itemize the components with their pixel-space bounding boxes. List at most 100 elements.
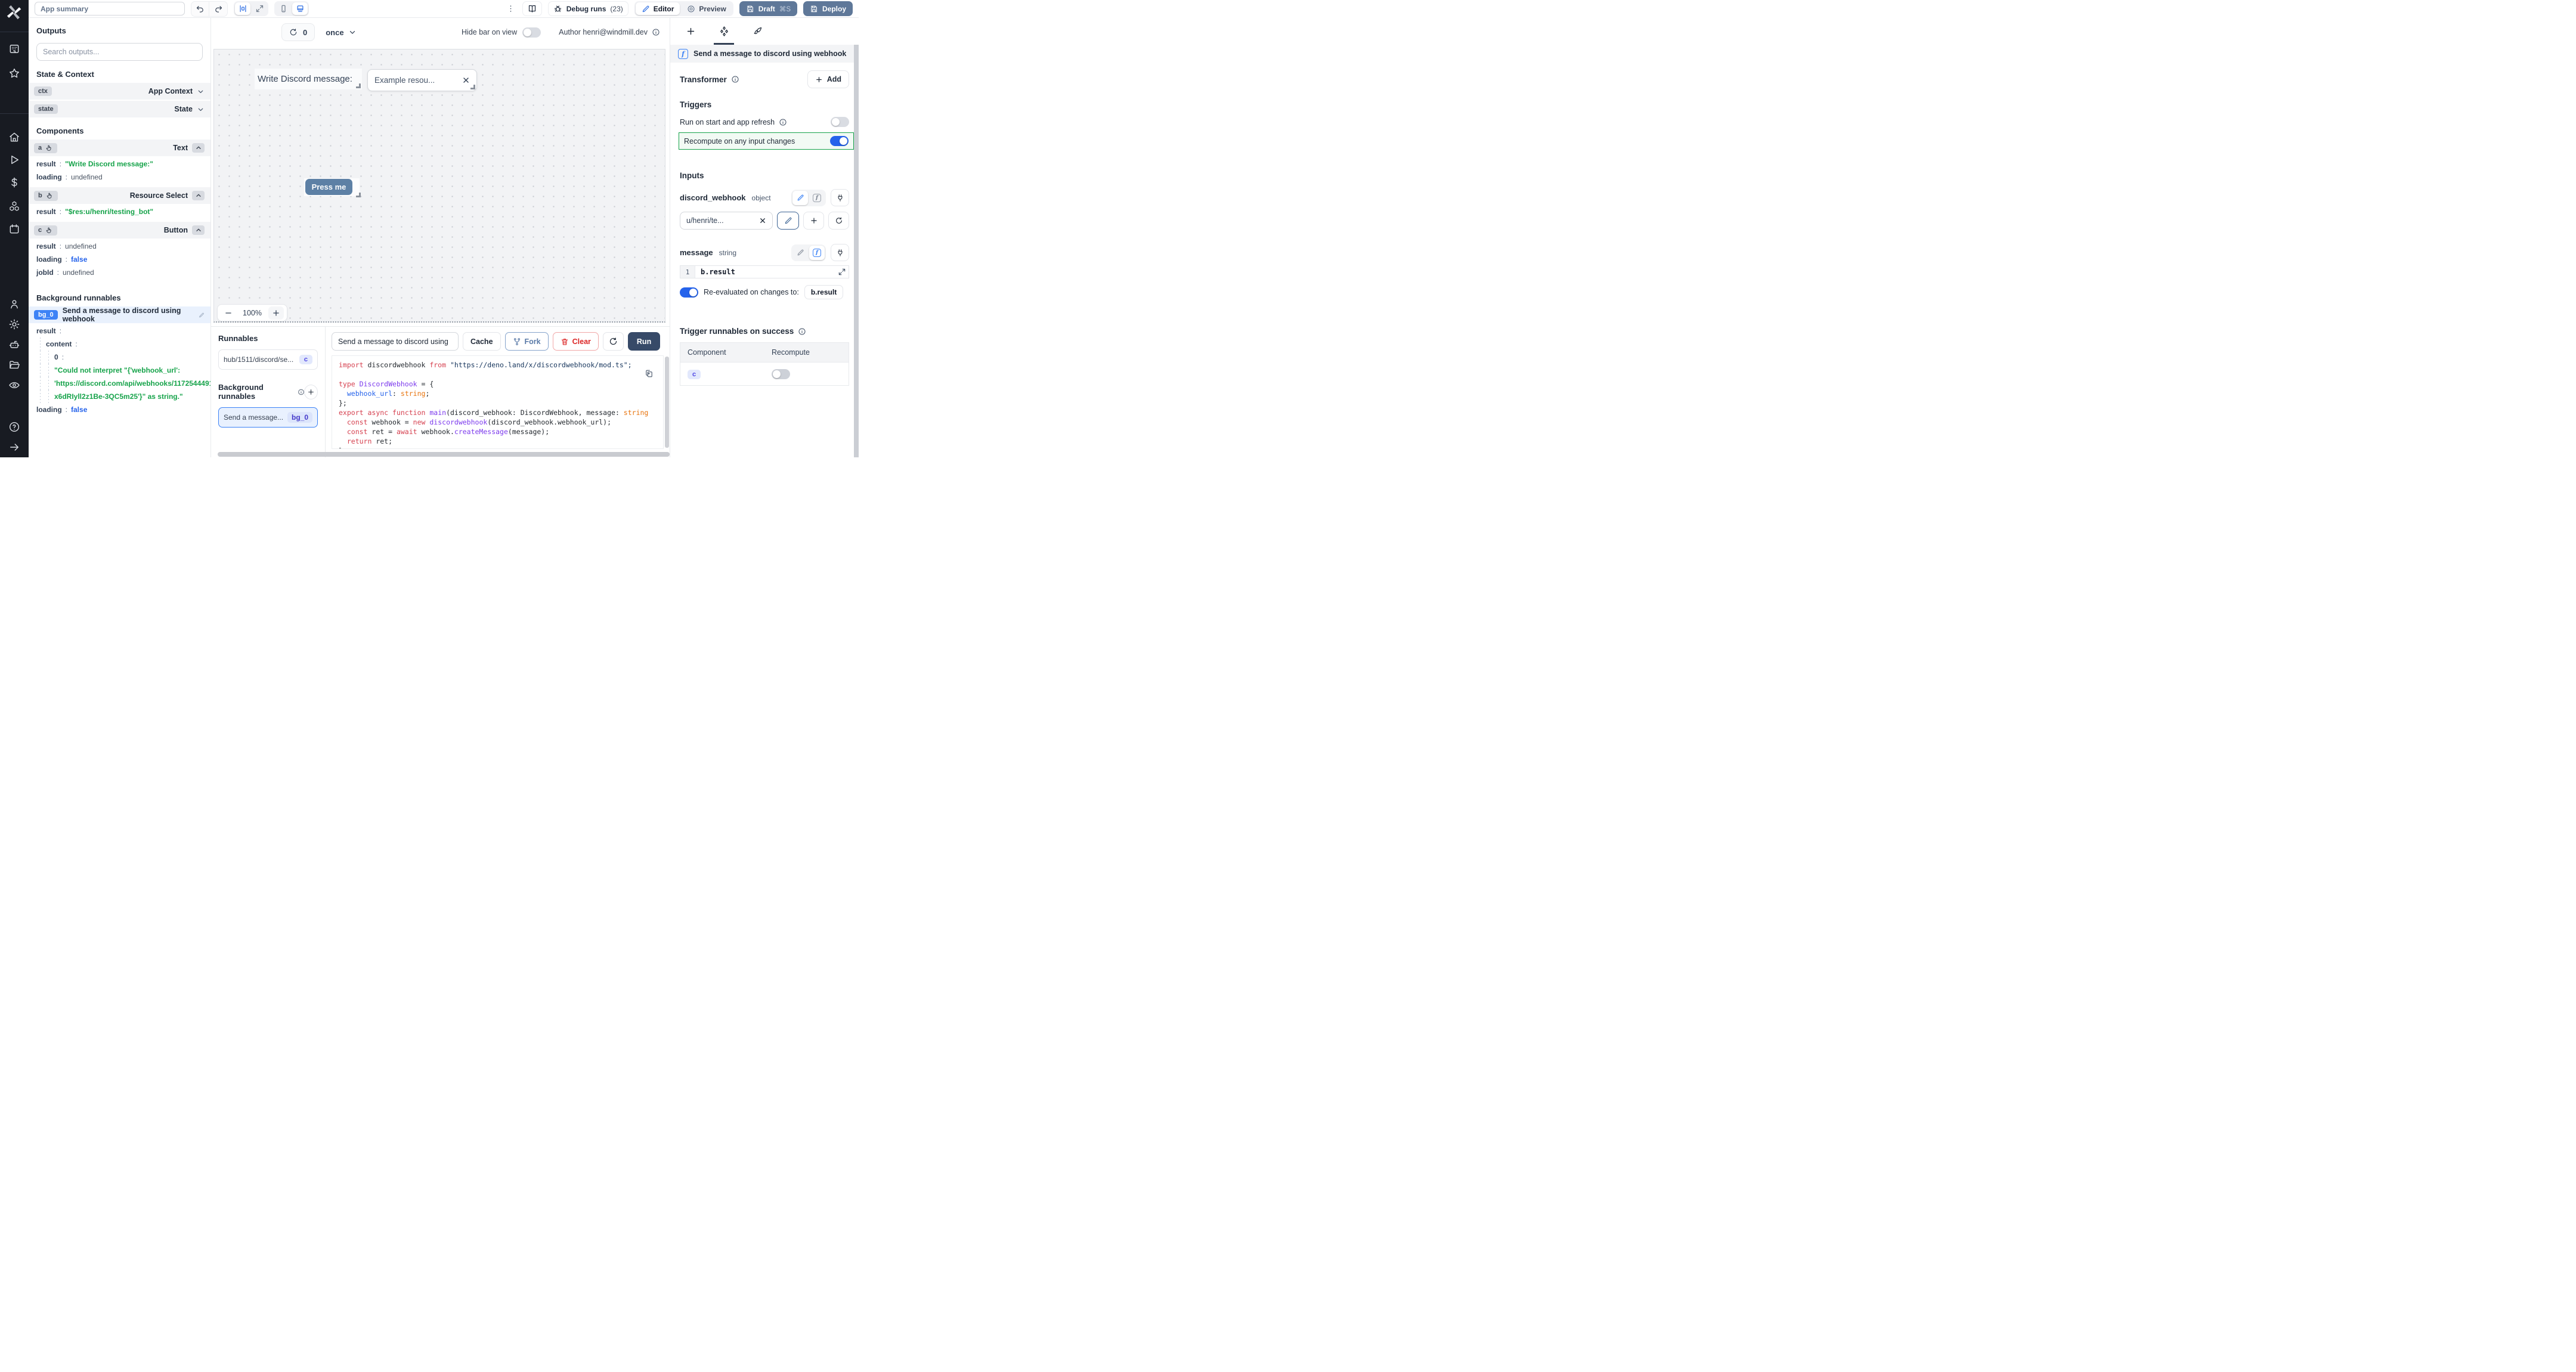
add-transformer-button[interactable]: Add <box>807 70 849 88</box>
info-icon[interactable] <box>731 75 739 83</box>
refresh-count-button[interactable]: 0 <box>281 23 315 41</box>
resource-select[interactable]: u/henri/te... <box>680 212 773 230</box>
chevron-down-icon[interactable] <box>197 106 205 113</box>
user-icon[interactable] <box>8 298 20 310</box>
deploy-button[interactable]: Deploy <box>803 1 853 16</box>
resize-handle[interactable] <box>356 193 361 197</box>
resources-cubes-icon[interactable] <box>8 200 20 212</box>
folders-icon[interactable] <box>8 359 20 371</box>
expand-icon[interactable] <box>838 268 846 276</box>
add-bg-runnable-button[interactable] <box>304 385 318 399</box>
center-align-icon[interactable] <box>235 2 250 15</box>
component-b-row[interactable]: b Resource Select <box>29 187 210 204</box>
component-a-row[interactable]: a Text <box>29 140 210 156</box>
bg-runnable-item[interactable]: Send a message... bg_0 <box>218 407 318 428</box>
canvas-grid[interactable]: Write Discord message: Example resou... … <box>213 49 665 323</box>
recompute-toggle[interactable] <box>830 136 849 146</box>
edit-pencil-icon[interactable] <box>199 312 205 318</box>
undo-button[interactable] <box>191 2 209 16</box>
docs-book-button[interactable] <box>522 1 542 16</box>
add-resource-button[interactable] <box>803 212 824 230</box>
bg0-row[interactable]: bg_0 Send a message to discord using web… <box>29 306 210 323</box>
info-icon[interactable] <box>798 327 806 336</box>
bg-runnable-badge: bg_0 <box>287 412 312 423</box>
run-button[interactable]: Run <box>628 332 660 351</box>
app-summary-input[interactable] <box>35 2 185 16</box>
outputs-search-input[interactable] <box>43 48 196 56</box>
variables-dollar-icon[interactable] <box>8 176 20 188</box>
component-c-row[interactable]: c Button <box>29 222 210 239</box>
static-pencil-icon[interactable] <box>792 246 808 260</box>
audit-eye-icon[interactable] <box>8 379 20 391</box>
chevron-down-icon[interactable] <box>197 88 205 95</box>
tab-component-settings-icon[interactable] <box>707 18 741 45</box>
mobile-view-icon[interactable] <box>275 2 291 15</box>
run-on-start-toggle[interactable] <box>831 117 849 127</box>
settings-scrollbar[interactable] <box>854 45 859 457</box>
copy-icon[interactable] <box>645 369 654 378</box>
runnables-title: Runnables <box>218 334 318 343</box>
runnable-name-input[interactable] <box>332 332 459 351</box>
reeval-toggle[interactable] <box>680 287 698 298</box>
tab-editor[interactable]: Editor <box>636 2 680 15</box>
refresh-resource-button[interactable] <box>828 212 849 230</box>
component-c-badge: c <box>688 370 701 379</box>
tab-styling-brush-icon[interactable] <box>741 18 774 45</box>
info-icon[interactable] <box>779 118 787 126</box>
eval-function-icon[interactable]: f <box>809 191 825 205</box>
home-icon[interactable] <box>8 131 20 143</box>
reeval-target-badge[interactable]: b.result <box>804 285 843 299</box>
workers-robot-icon[interactable] <box>8 339 20 351</box>
collapse-chevron-up-icon[interactable] <box>192 191 205 200</box>
horizontal-scrollbar[interactable] <box>218 452 670 457</box>
state-row[interactable]: state State <box>29 101 210 117</box>
connect-plug-icon[interactable] <box>831 189 849 206</box>
runs-play-icon[interactable] <box>8 154 20 166</box>
runnable-item[interactable]: hub/1511/discord/se... c <box>218 349 318 370</box>
resource-select-widget[interactable]: Example resou... <box>367 69 477 91</box>
info-icon[interactable] <box>652 28 660 36</box>
cache-button[interactable]: Cache <box>463 332 501 351</box>
zoom-in-button[interactable] <box>268 306 284 320</box>
settings-gear-icon[interactable] <box>8 318 20 330</box>
collapse-chevron-up-icon[interactable] <box>192 143 205 153</box>
more-menu-icon[interactable] <box>505 4 516 13</box>
star-icon[interactable] <box>8 67 20 79</box>
press-me-button[interactable]: Press me <box>305 179 352 195</box>
help-icon[interactable] <box>8 421 20 433</box>
eval-function-icon[interactable]: f <box>809 246 825 260</box>
tab-preview[interactable]: Preview <box>681 2 732 15</box>
hide-bar-toggle[interactable] <box>522 27 541 38</box>
static-pencil-icon[interactable] <box>792 191 808 205</box>
recompute-c-toggle[interactable] <box>772 369 790 379</box>
code-vertical-scrollbar[interactable] <box>665 357 669 448</box>
collapse-arrow-icon[interactable] <box>8 441 20 453</box>
code-editor[interactable]: import discordwebhook from "https://deno… <box>332 355 664 449</box>
apps-icon[interactable] <box>8 43 20 55</box>
redo-button[interactable] <box>209 2 227 16</box>
schedules-calendar-icon[interactable] <box>8 223 20 235</box>
zoom-out-button[interactable] <box>221 306 236 320</box>
debug-runs-button[interactable]: Debug runs (23) <box>548 1 628 16</box>
fullscreen-icon[interactable] <box>252 2 267 15</box>
draft-button[interactable]: Draft ⌘S <box>739 1 797 16</box>
runnables-panel: Runnables hub/1511/discord/se... c Backg… <box>211 327 326 457</box>
clear-x-icon[interactable] <box>462 76 470 84</box>
edit-resource-button[interactable] <box>777 212 799 230</box>
resize-handle[interactable] <box>356 83 361 88</box>
desktop-view-icon[interactable] <box>292 2 308 15</box>
collapse-chevron-up-icon[interactable] <box>192 225 205 235</box>
resize-handle[interactable] <box>470 85 475 89</box>
windmill-logo[interactable] <box>7 5 22 20</box>
tab-insert-plus-icon[interactable] <box>674 18 707 45</box>
fork-button[interactable]: Fork <box>505 332 549 351</box>
kv-row: loading:undefined <box>29 171 210 184</box>
clear-x-icon[interactable] <box>759 217 766 224</box>
refresh-code-button[interactable] <box>603 332 624 351</box>
ctx-row[interactable]: ctx App Context <box>29 83 210 100</box>
clear-button[interactable]: Clear <box>553 332 599 351</box>
message-expression-editor[interactable]: 1 b.result <box>680 265 849 278</box>
text-widget[interactable]: Write Discord message: <box>255 69 362 89</box>
run-mode-dropdown[interactable]: once <box>326 28 356 37</box>
connect-plug-icon[interactable] <box>831 244 849 261</box>
